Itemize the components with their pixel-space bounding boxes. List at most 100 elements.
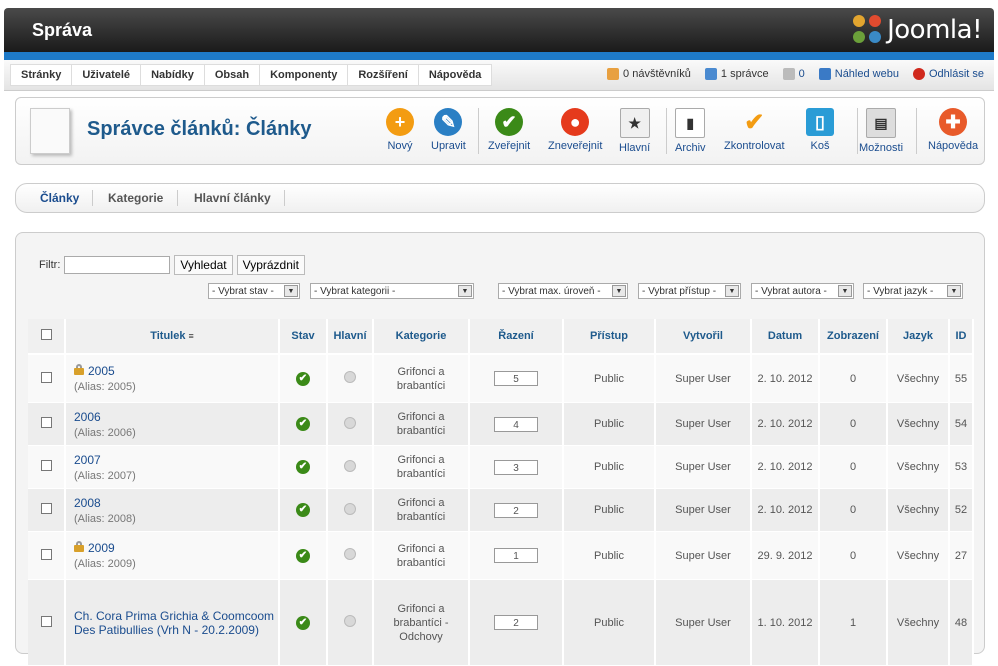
published-icon[interactable]: ✔ [296, 548, 310, 563]
hits-cell: 0 [820, 446, 888, 489]
unpublish-button[interactable]: ● Zneveřejnit [548, 104, 602, 152]
row-checkbox[interactable] [40, 371, 52, 383]
article-title-link[interactable]: 2007 [74, 453, 101, 467]
row-checkbox[interactable] [40, 503, 52, 514]
tab-divider [284, 190, 285, 206]
menu-item[interactable]: Komponenty [259, 64, 349, 86]
id-cell: 27 [950, 532, 974, 580]
select-state[interactable]: - Vybrat stav - ▼ [208, 283, 300, 299]
author-link[interactable]: Super User [675, 504, 731, 516]
title-cell: 2005 (Alias: 2005) [66, 355, 280, 403]
select-language[interactable]: - Vybrat jazyk - ▼ [863, 283, 963, 299]
article-title-link[interactable]: 2009 [88, 541, 115, 555]
ordering-input[interactable]: 3 [494, 459, 538, 475]
col-author[interactable]: Vytvořil [656, 319, 752, 355]
published-icon[interactable]: ✔ [296, 371, 310, 386]
not-featured-icon[interactable] [344, 416, 356, 429]
row-checkbox[interactable] [40, 417, 52, 428]
language-cell: Všechny [888, 403, 950, 446]
ordering-input[interactable]: 1 [494, 548, 538, 563]
article-title-link[interactable]: 2008 [74, 496, 101, 510]
archive-button[interactable]: ▮ Archiv [675, 104, 706, 154]
select-category[interactable]: - Vybrat kategorii - ▼ [310, 283, 474, 299]
not-featured-icon[interactable] [344, 371, 356, 383]
not-featured-icon[interactable] [344, 459, 356, 472]
logout-link[interactable]: Odhlásit se [912, 68, 984, 80]
messages-status[interactable]: 0 [782, 68, 805, 80]
access-cell: Public [564, 532, 656, 580]
col-date[interactable]: Datum [752, 319, 820, 355]
tab-featured[interactable]: Hlavní články [194, 191, 271, 205]
col-state[interactable]: Stav [280, 319, 328, 355]
article-title-link[interactable]: 2006 [74, 410, 101, 424]
author-link[interactable]: Super User [675, 617, 731, 629]
article-title-link[interactable]: Ch. Cora Prima Grichia & Coomcoom Des Pa… [74, 609, 274, 637]
menu-item[interactable]: Rozšíření [347, 64, 419, 86]
not-featured-icon[interactable] [344, 548, 356, 560]
author-link[interactable]: Super User [675, 418, 731, 430]
select-max-level[interactable]: - Vybrat max. úroveň - ▼ [498, 283, 628, 299]
col-title[interactable]: Titulek ≡ [66, 319, 280, 355]
select-author[interactable]: - Vybrat autora - ▼ [751, 283, 854, 299]
not-featured-icon[interactable] [344, 615, 356, 627]
lock-icon [74, 364, 84, 375]
filter-bar: Filtr: Vyhledat Vyprázdnit [39, 255, 305, 275]
search-button[interactable]: Vyhledat [174, 255, 233, 275]
ordering-input[interactable]: 2 [494, 502, 538, 518]
preview-site-link[interactable]: Náhled webu [818, 68, 899, 80]
col-language[interactable]: Jazyk [888, 319, 950, 355]
table-header-row: Titulek ≡ Stav Hlavní Kategorie Řazení P… [28, 319, 974, 355]
language-cell: Všechny [888, 580, 950, 666]
tab-articles[interactable]: Články [40, 191, 79, 205]
select-access[interactable]: - Vybrat přístup - ▼ [638, 283, 741, 299]
author-link[interactable]: Super User [675, 550, 731, 562]
row-checkbox[interactable] [40, 460, 52, 471]
row-checkbox[interactable] [40, 615, 52, 627]
ordering-input[interactable]: 2 [494, 615, 538, 630]
joomla-logo-icon [853, 15, 883, 45]
options-button[interactable]: ▤ Možnosti [859, 104, 903, 154]
toolbar-panel: Správce článků: Články + Nový ✎ Upravit ✔ Zve… [15, 97, 985, 165]
menu-item[interactable]: Stránky [10, 64, 73, 86]
article-title-link[interactable]: 2005 [88, 364, 115, 378]
author-link[interactable]: Super User [675, 373, 731, 385]
published-icon[interactable]: ✔ [296, 503, 310, 517]
col-access[interactable]: Přístup [564, 319, 656, 355]
help-button[interactable]: ✚ Nápověda [928, 104, 978, 152]
col-category[interactable]: Kategorie [374, 319, 470, 355]
tab-divider [177, 190, 178, 206]
ordering-input[interactable]: 5 [494, 371, 538, 386]
checkin-button[interactable]: ✔ Zkontrolovat [724, 104, 785, 153]
ordering-cell: 2 [470, 580, 564, 666]
not-featured-icon[interactable] [344, 502, 356, 515]
table-row: Ch. Cora Prima Grichia & Coomcoom Des Pa… [28, 580, 974, 666]
menu-item[interactable]: Uživatelé [71, 64, 142, 86]
article-alias: (Alias: 2008) [74, 512, 136, 525]
select-all-checkbox[interactable] [40, 329, 52, 340]
category-cell: Grifonci a brabantíci [374, 403, 470, 446]
trash-button[interactable]: ▯ Koš [806, 104, 834, 152]
new-button[interactable]: + Nový [386, 104, 414, 152]
clear-button[interactable]: Vyprázdnit [236, 255, 305, 275]
col-ordering[interactable]: Řazení [470, 319, 564, 355]
tab-categories[interactable]: Kategorie [108, 191, 163, 205]
published-icon[interactable]: ✔ [296, 615, 310, 630]
featured-cell [328, 532, 374, 580]
toolbar-button-label: Nový [387, 140, 413, 152]
col-id[interactable]: ID [950, 319, 974, 355]
author-link[interactable]: Super User [675, 461, 731, 473]
publish-button[interactable]: ✔ Zveřejnit [488, 104, 530, 152]
title-cell: 2007 (Alias: 2007) [66, 446, 280, 489]
col-hits[interactable]: Zobrazení [820, 319, 888, 355]
published-icon[interactable]: ✔ [296, 417, 310, 431]
menu-item[interactable]: Nabídky [140, 64, 205, 86]
ordering-input[interactable]: 4 [494, 416, 538, 432]
filter-input[interactable] [64, 256, 171, 274]
menu-item[interactable]: Nápověda [417, 64, 493, 86]
menu-item[interactable]: Obsah [203, 64, 261, 86]
col-featured[interactable]: Hlavní [328, 319, 374, 355]
row-checkbox[interactable] [40, 548, 52, 560]
edit-button[interactable]: ✎ Upravit [431, 104, 466, 152]
published-icon[interactable]: ✔ [296, 460, 310, 474]
featured-button[interactable]: ★ Hlavní [619, 104, 650, 154]
